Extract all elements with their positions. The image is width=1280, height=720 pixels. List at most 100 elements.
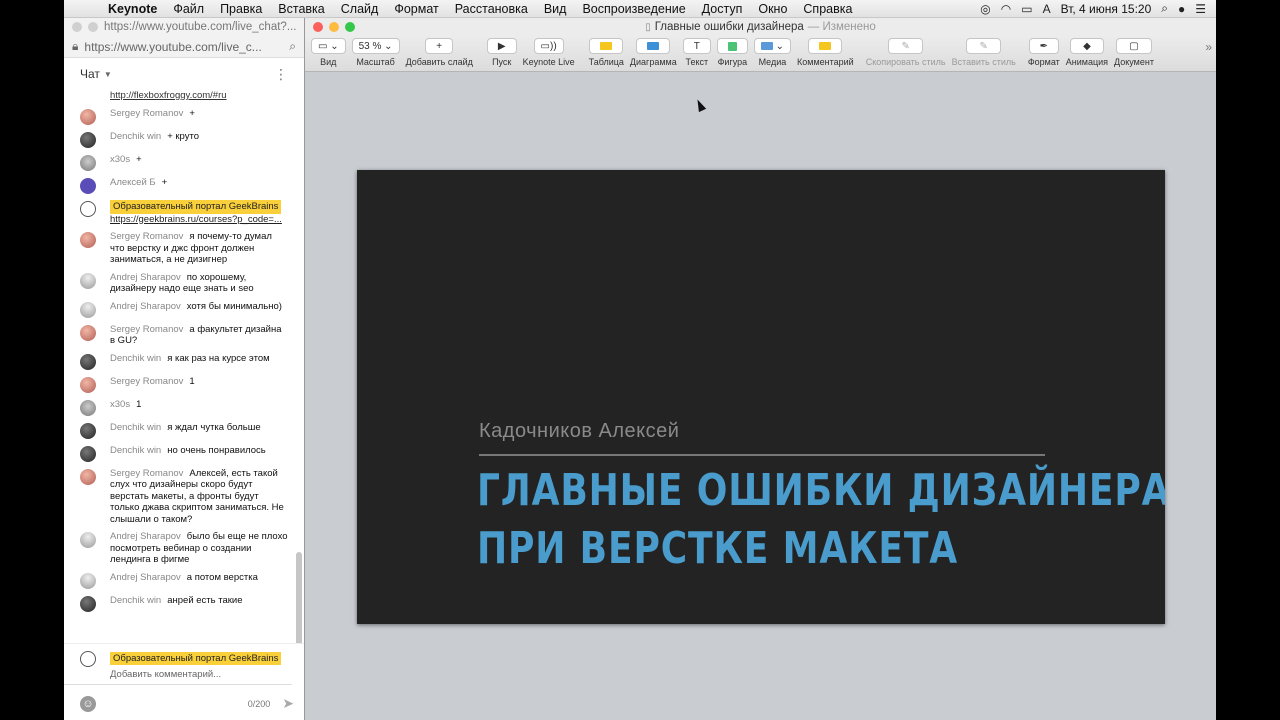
shape-icon[interactable] [716,38,748,54]
address-bar[interactable]: 🔒︎ https://www.youtube.com/live_c... ⌕ [64,36,304,58]
toolbar-view[interactable]: ▭ ⌄ Вид [311,38,346,67]
table-icon[interactable] [589,38,624,54]
window-close-button[interactable] [72,22,82,32]
menu-item-share[interactable]: Доступ [694,2,751,16]
chat-message-list[interactable]: http://flexboxfroggy.com/#ru Sergey Roma… [64,90,296,652]
chat-author[interactable]: x30s [110,399,130,410]
chat-author[interactable]: Denchik win [110,422,161,433]
format-brush-icon[interactable]: ✒ [1028,38,1059,54]
comment-icon[interactable] [808,38,843,54]
wifi-icon[interactable]: ◠ [1001,2,1011,16]
menu-item-insert[interactable]: Вставка [270,2,332,16]
chat-author[interactable]: Andrej Sharapov [110,531,181,542]
chat-author[interactable]: Sergey Romanov [110,468,183,479]
chat-author[interactable]: Denchik win [110,595,161,606]
view-icon[interactable]: ▭ ⌄ [311,38,346,54]
address-url[interactable]: https://www.youtube.com/live_c... [84,40,283,54]
toolbar-play[interactable]: ▶ Пуск [486,38,517,67]
chat-author[interactable]: Sergey Romanov [110,108,183,119]
window-minimize-button[interactable] [329,22,339,32]
avatar[interactable] [80,376,96,393]
avatar[interactable] [80,572,96,589]
creative-cloud-icon[interactable]: ◎ [980,2,990,16]
document-title[interactable]: Главные ошибки дизайнера [655,21,804,33]
window-close-button[interactable] [313,22,323,32]
toolbar-animate[interactable]: ◆ Анимация [1066,38,1108,67]
media-icon[interactable]: ⌄ [753,38,792,54]
chart-icon[interactable] [636,38,671,54]
avatar[interactable] [80,201,96,217]
avatar[interactable] [80,232,96,248]
menu-item-window[interactable]: Окно [750,2,795,16]
avatar[interactable] [80,353,96,370]
comment-input[interactable]: Добавить комментарий... [64,669,292,685]
document-icon[interactable]: ▢ [1116,38,1152,54]
menu-clock[interactable]: Вт, 4 июня 15:20 [1061,2,1152,16]
chat-author[interactable]: Andrej Sharapov [110,572,181,583]
chat-message-link[interactable]: https://geekbrains.ru/courses?p_code=... [110,214,282,225]
chat-author[interactable]: Denchik win [110,445,161,456]
menu-item-play[interactable]: Воспроизведение [574,2,693,16]
chat-author[interactable]: Образовательный портал GeekBrains [110,200,282,214]
chat-author[interactable]: Sergey Romanov [110,376,183,387]
chat-author[interactable]: Andrej Sharapov [110,301,181,312]
avatar[interactable] [80,301,96,318]
battery-icon[interactable]: ▭ [1021,2,1032,16]
chevron-down-icon[interactable]: ▼ [104,70,112,79]
slide-headline[interactable]: ГЛАВНЫЕ ОШИБКИ ДИЗАЙНЕРА ПРИ ВЕРСТКЕ МАК… [477,462,1165,578]
menu-item-file[interactable]: Файл [165,2,212,16]
toolbar-media[interactable]: ⌄ Медиа [753,38,792,67]
chat-mode-dropdown[interactable]: Чат [80,67,100,81]
slide-author[interactable]: Кадочников Алексей [479,420,679,443]
toolbar-comment[interactable]: Комментарий [797,38,854,67]
toolbar-add-slide[interactable]: + Добавить слайд [406,38,473,67]
avatar[interactable] [80,109,96,125]
add-slide-icon[interactable]: + [425,38,454,54]
text-icon[interactable]: T [682,38,711,54]
search-icon[interactable]: ⌕ [289,39,296,54]
toolbar-keynote-live[interactable]: ▭)) Keynote Live [523,38,575,67]
toolbar-text[interactable]: T Текст [682,38,711,67]
siri-icon[interactable]: ● [1178,2,1185,16]
menu-item-slide[interactable]: Слайд [333,2,387,16]
toolbar-zoom[interactable]: 53 % ⌄ Масштаб [351,38,400,67]
toolbar-format[interactable]: ✒ Формат [1028,38,1060,67]
avatar[interactable] [80,132,96,148]
chat-author[interactable]: Denchik win [110,131,161,142]
toolbar-shape[interactable]: Фигура [716,38,748,67]
toolbar-overflow-icon[interactable]: » [1205,40,1212,54]
chat-author[interactable]: Алексей Б [110,177,156,188]
avatar[interactable] [80,272,96,289]
input-source-icon[interactable]: A [1043,2,1051,16]
zoom-select[interactable]: 53 % ⌄ [351,38,400,54]
menu-item-format[interactable]: Формат [386,2,446,16]
chat-author[interactable]: Denchik win [110,353,161,364]
chat-author[interactable]: Sergey Romanov [110,324,183,335]
menu-item-help[interactable]: Справка [795,2,860,16]
spotlight-search-icon[interactable]: ⌕ [1161,1,1168,16]
menu-app-name[interactable]: Keynote [100,2,165,16]
slide-canvas[interactable]: Кадочников Алексей ГЛАВНЫЕ ОШИБКИ ДИЗАЙН… [357,170,1165,624]
avatar[interactable] [80,422,96,439]
avatar[interactable] [80,324,96,341]
more-options-icon[interactable]: ⋮ [274,66,288,83]
menu-item-view[interactable]: Вид [536,2,575,16]
avatar[interactable] [80,595,96,612]
avatar[interactable] [80,468,96,485]
avatar[interactable] [80,178,96,194]
chat-author[interactable]: Sergey Romanov [110,231,183,242]
avatar[interactable] [80,399,96,416]
send-icon[interactable]: ➤ [282,695,294,712]
avatar[interactable] [80,445,96,462]
chat-author[interactable]: x30s [110,154,130,165]
window-minimize-button[interactable] [88,22,98,32]
keynote-live-icon[interactable]: ▭)) [533,38,564,54]
chat-link[interactable]: http://flexboxfroggy.com/#ru [64,90,296,102]
window-zoom-button[interactable] [345,22,355,32]
avatar[interactable] [80,532,96,548]
play-icon[interactable]: ▶ [486,38,517,54]
toolbar-document[interactable]: ▢ Документ [1114,38,1154,67]
emoji-icon[interactable]: ☺ [80,695,96,712]
chat-author[interactable]: Andrej Sharapov [110,272,181,283]
menu-item-edit[interactable]: Правка [212,2,270,16]
